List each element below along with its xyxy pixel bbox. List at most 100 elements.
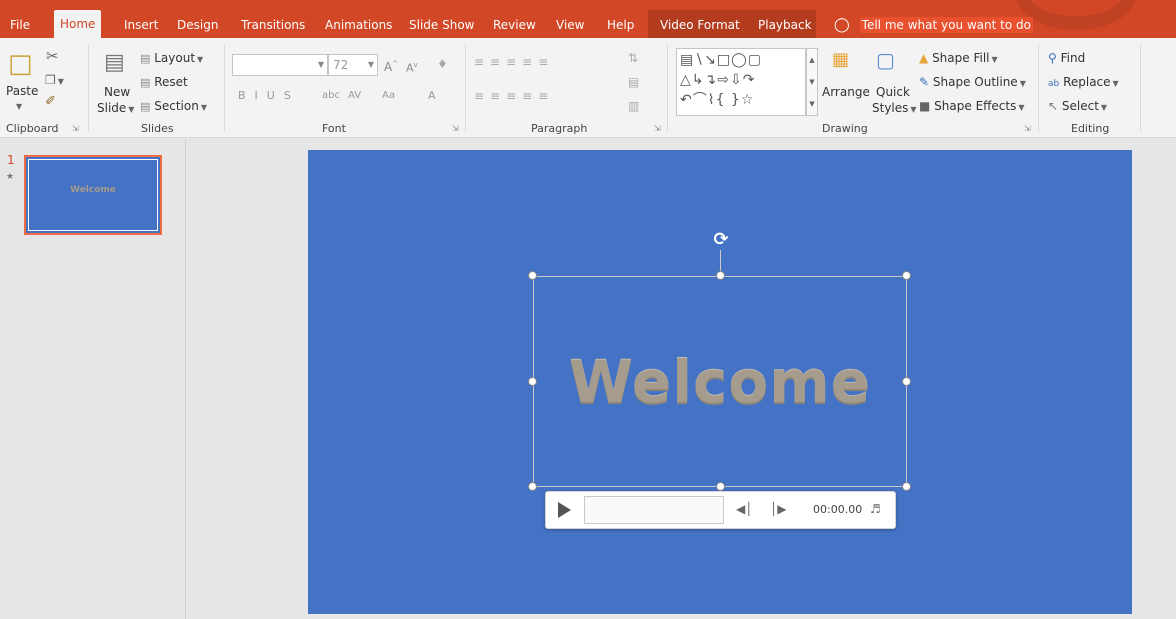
tell-me-label: Tell me what you want to do: [859, 17, 1033, 33]
resize-handle-bottom[interactable]: [716, 482, 725, 491]
resize-handle-bottom-right[interactable]: [902, 482, 911, 491]
tab-slide-show[interactable]: Slide Show: [403, 12, 480, 38]
tab-insert[interactable]: Insert: [118, 12, 164, 38]
group-separator: [1038, 44, 1039, 132]
align-text-icon[interactable]: ▤: [628, 74, 639, 90]
shape-fill-button[interactable]: ▲ Shape Fill ▼: [919, 50, 998, 68]
paste-button[interactable]: Paste: [6, 83, 38, 99]
tab-view[interactable]: View: [550, 12, 590, 38]
font-size-value: 72: [333, 58, 349, 72]
media-controls: ◀│ │▶ 00:00.00 ♬: [545, 491, 896, 529]
paragraph-group-label: Paragraph: [531, 122, 588, 135]
reset-button[interactable]: ▤ Reset: [140, 74, 188, 91]
welcome-video-text[interactable]: Welcome: [533, 345, 907, 419]
font-style-icons[interactable]: BIUS: [238, 88, 300, 104]
reset-icon: ▤: [140, 76, 151, 89]
group-separator: [88, 44, 89, 132]
select-label: Select: [1061, 99, 1099, 113]
paragraph-launcher-icon[interactable]: ⇲: [654, 124, 661, 133]
select-icon: ↖: [1048, 99, 1059, 113]
slide-thumbnail-pane: 1 ★ Welcome: [0, 139, 186, 619]
format-painter-icon[interactable]: ✐: [45, 94, 56, 110]
reset-label: Reset: [154, 75, 188, 89]
resize-handle-top-left[interactable]: [528, 271, 537, 280]
cut-icon[interactable]: ✂: [46, 48, 59, 64]
arrange-icon[interactable]: ▦: [832, 51, 849, 69]
text-direction-icon[interactable]: ⇅: [628, 50, 638, 66]
tab-help[interactable]: Help: [601, 12, 640, 38]
new-slide-label-line2: Slide: [97, 101, 127, 115]
resize-handle-left[interactable]: [528, 377, 537, 386]
new-slide-label[interactable]: New: [104, 84, 130, 100]
tab-file[interactable]: File: [4, 12, 36, 38]
drawing-group-label: Drawing: [822, 122, 868, 135]
new-slide-button[interactable]: Slide ▼: [97, 100, 134, 118]
arrange-button[interactable]: Arrange: [822, 84, 870, 100]
rotate-handle-icon[interactable]: ⟳: [710, 229, 732, 251]
drawing-launcher-icon[interactable]: ⇲: [1024, 124, 1031, 133]
quick-styles-label-line2: Styles: [872, 101, 909, 115]
resize-handle-right[interactable]: [902, 377, 911, 386]
quick-styles-icon[interactable]: ▢: [876, 50, 895, 70]
play-icon[interactable]: [558, 502, 571, 518]
font-color-icon[interactable]: A: [428, 88, 436, 104]
font-name-dropdown-icon[interactable]: ▼: [318, 55, 324, 75]
volume-icon[interactable]: ♬: [870, 502, 881, 516]
resize-handle-top-right[interactable]: [902, 271, 911, 280]
shapes-gallery-scroll[interactable]: ▲ ▼ ▼: [806, 48, 818, 116]
font-size-dropdown-icon[interactable]: ▼: [368, 55, 374, 75]
tab-animations[interactable]: Animations: [319, 12, 398, 38]
list-icons[interactable]: ≡≡≡≡≡: [474, 54, 554, 70]
shape-effects-button[interactable]: ■ Shape Effects ▼: [919, 98, 1025, 116]
shape-fill-icon: ▲: [919, 51, 929, 65]
paste-dropdown-icon[interactable]: ▼: [16, 99, 22, 115]
layout-button[interactable]: ▤ Layout ▼: [140, 50, 203, 68]
tab-transitions[interactable]: Transitions: [235, 12, 311, 38]
media-progress-bar[interactable]: [584, 496, 724, 524]
shape-effects-label: Shape Effects: [934, 99, 1017, 113]
tab-playback[interactable]: Playback: [752, 12, 818, 38]
smartart-icon[interactable]: ▥: [628, 98, 639, 114]
shape-effects-icon: ■: [919, 99, 931, 113]
shapes-gallery[interactable]: ▤∖↘□◯▢ △↳↴⇨⇩↷ ↶⌒⌇{ }☆: [676, 48, 806, 116]
font-size-input[interactable]: 72 ▼: [328, 54, 378, 76]
font-name-input[interactable]: ▼: [232, 54, 328, 76]
quick-styles-button[interactable]: Styles ▼: [872, 100, 917, 118]
find-button[interactable]: ⚲ Find: [1048, 50, 1085, 66]
resize-handle-bottom-left[interactable]: [528, 482, 537, 491]
resize-handle-top[interactable]: [716, 271, 725, 280]
tab-design[interactable]: Design: [171, 12, 224, 38]
clipboard-group-label: Clipboard: [6, 122, 59, 135]
paste-icon[interactable]: □: [8, 50, 33, 78]
clear-formatting-icon[interactable]: ♦: [437, 56, 448, 72]
copy-icon[interactable]: ❐ ▼: [45, 72, 64, 90]
step-back-icon[interactable]: ◀│: [736, 502, 752, 516]
slides-group-label: Slides: [141, 122, 174, 135]
shape-outline-label: Shape Outline: [932, 75, 1018, 89]
shape-outline-icon: ✎: [919, 75, 930, 89]
section-button[interactable]: ▤ Section ▼: [140, 98, 207, 116]
tab-video-format[interactable]: Video Format: [654, 12, 746, 38]
character-spacing-icon[interactable]: AV: [348, 88, 361, 104]
increase-font-icon[interactable]: A^: [384, 56, 398, 75]
strikethrough-icon[interactable]: abc: [322, 88, 340, 104]
select-button[interactable]: ↖ Select ▼: [1048, 98, 1107, 116]
section-icon: ▤: [140, 100, 151, 113]
step-forward-icon[interactable]: │▶: [770, 502, 786, 516]
replace-button[interactable]: ab Replace ▼: [1048, 74, 1119, 92]
quick-styles-label[interactable]: Quick: [876, 84, 910, 100]
section-label: Section: [154, 99, 199, 113]
change-case-icon[interactable]: Aa: [382, 88, 395, 104]
font-launcher-icon[interactable]: ⇲: [452, 124, 459, 133]
layout-icon: ▤: [140, 52, 151, 65]
slide-thumbnail-1[interactable]: Welcome: [24, 155, 162, 235]
shape-outline-button[interactable]: ✎ Shape Outline ▼: [919, 74, 1026, 92]
tab-review[interactable]: Review: [487, 12, 542, 38]
find-label: Find: [1060, 51, 1086, 65]
new-slide-icon[interactable]: ▤: [104, 50, 125, 76]
tell-me-box[interactable]: ◯ Tell me what you want to do: [834, 12, 1033, 38]
tab-home[interactable]: Home: [54, 10, 102, 38]
decrease-font-icon[interactable]: Av: [406, 57, 418, 77]
alignment-icons[interactable]: ≡≡≡≡≡: [474, 88, 554, 104]
clipboard-launcher-icon[interactable]: ⇲: [72, 124, 79, 133]
